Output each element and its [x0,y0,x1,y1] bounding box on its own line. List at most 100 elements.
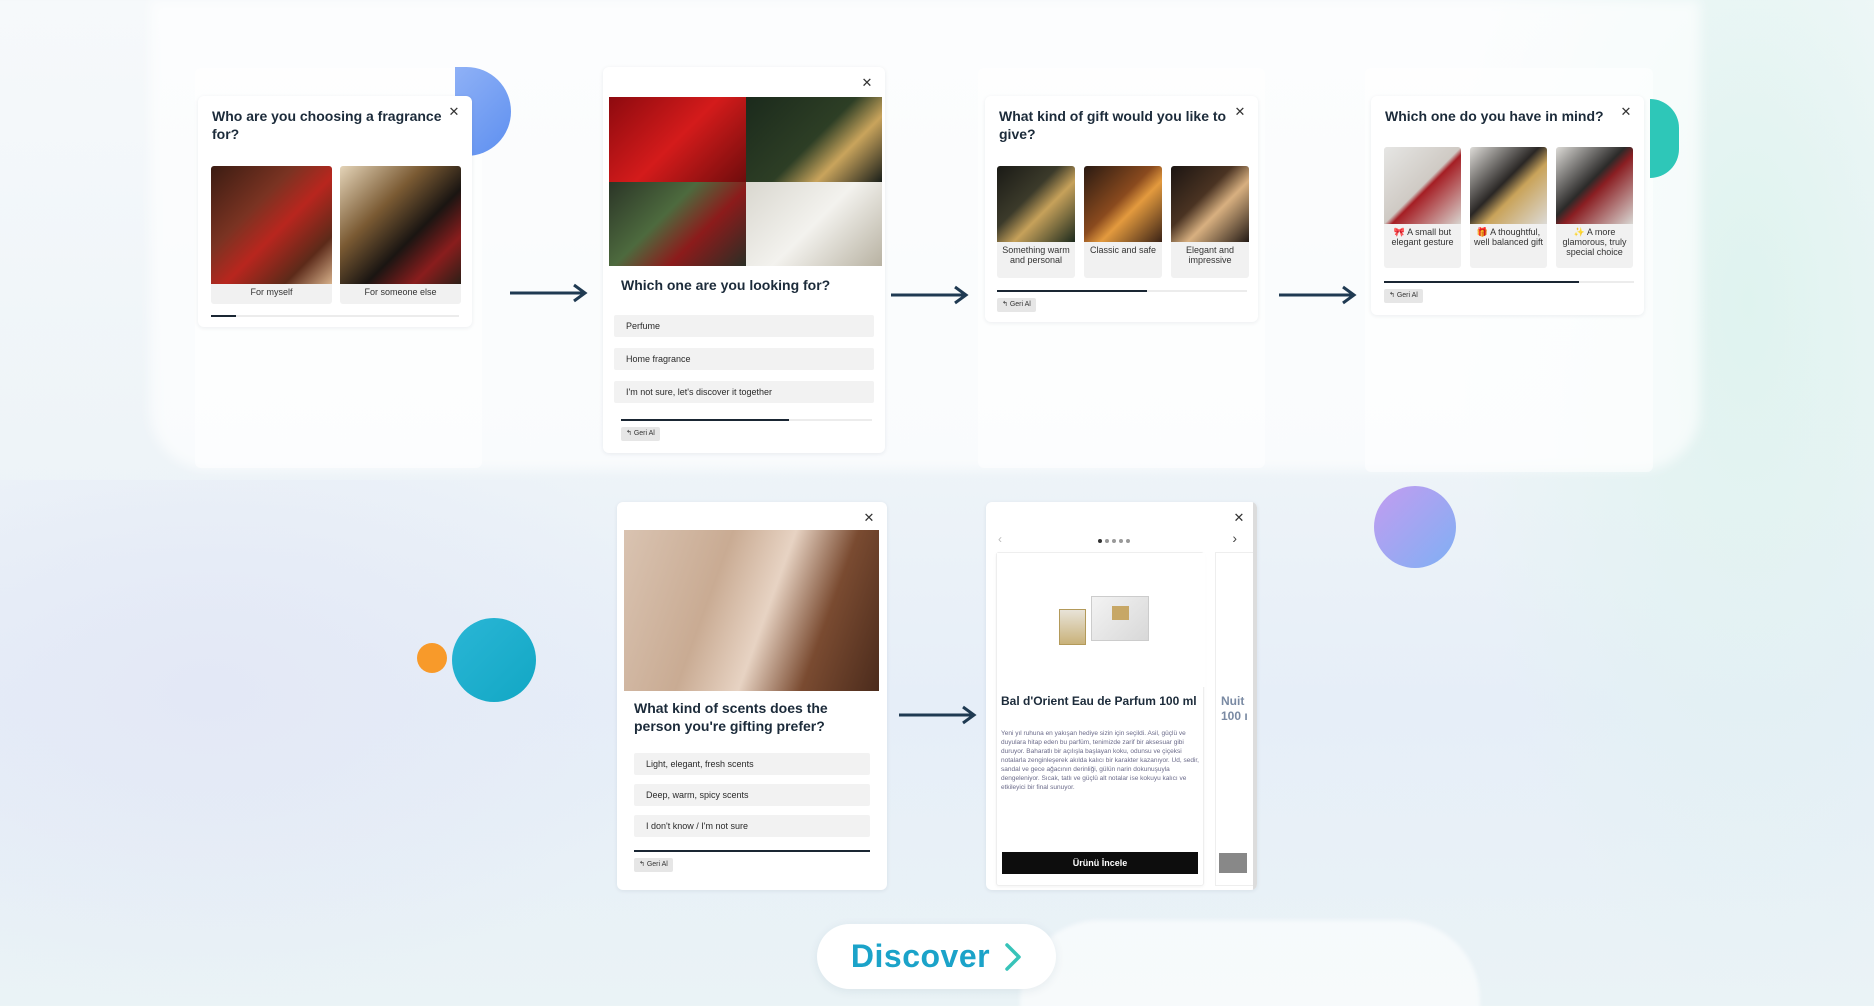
option-image [1084,166,1162,242]
carousel-dot[interactable] [1098,539,1102,543]
question-title: What kind of gift would you like to give… [999,108,1227,142]
option-warm-personal[interactable]: Something warm and personal [997,166,1075,278]
scrollbar[interactable] [1253,502,1257,890]
option-for-someone-else[interactable]: For someone else [340,166,461,304]
option-balanced-gift[interactable]: 🎁 A thoughtful, well balanced gift [1470,147,1547,268]
carousel-dot[interactable] [1105,539,1109,543]
back-button[interactable]: ↰ Geri Al [634,858,673,872]
question-title: Which one are you looking for? [621,277,831,293]
option-image [340,166,461,284]
option-image [997,166,1075,242]
hero-image-spray [624,530,879,691]
option-glamorous-choice[interactable]: ✨ A more glamorous, truly special choice [1556,147,1633,268]
progress-bar [211,315,459,317]
carousel-dots [1098,539,1130,543]
product-box-label [1112,606,1129,620]
product-description: Yeni yıl ruhuna en yakışan hediye sizin … [1001,730,1199,791]
discover-button[interactable]: Discover [817,924,1056,989]
progress-fill [621,419,790,421]
option-label: ✨ A more glamorous, truly special choice [1562,227,1627,257]
product-slide-peek: Nuit 100 ı [1215,552,1255,886]
collage-image [745,97,882,182]
product-image [997,553,1205,687]
progress-fill [1384,281,1579,283]
close-icon[interactable]: ✕ [1231,510,1247,526]
flow-arrow-icon [510,283,588,303]
option-small-gesture[interactable]: 🎀 A small but elegant gesture [1384,147,1461,268]
collage-image [609,97,746,182]
option-label: For myself [250,287,293,297]
back-button[interactable]: ↰ Geri Al [621,427,660,441]
option-image [1171,166,1249,242]
option-elegant-impressive[interactable]: Elegant and impressive [1171,166,1249,278]
peek-product-title: Nuit 100 ı [1221,694,1248,723]
background-shape-bottom [1020,920,1480,1006]
option-perfume[interactable]: Perfume [614,315,874,337]
option-image [1470,147,1547,224]
option-dont-know[interactable]: I don't know / I'm not sure [634,815,870,837]
option-classic-safe[interactable]: Classic and safe [1084,166,1162,278]
carousel-dot[interactable] [1126,539,1130,543]
product-bottle-shape [1059,609,1086,645]
question-title: Who are you choosing a fragrance for? [212,108,442,142]
flow-arrow-icon [891,285,969,305]
flow-arrow-icon [899,705,977,725]
option-image [1556,147,1633,224]
quiz-card-recipient: ✕ Who are you choosing a fragrance for? … [198,96,472,327]
back-label: Geri Al [1009,301,1031,308]
background-glow-left [0,480,700,1006]
option-image [1384,147,1461,224]
discover-label: Discover [850,938,991,974]
question-title: Which one do you have in mind? [1385,108,1604,124]
decor-cyan-circle [452,618,536,702]
option-label: Something warm and personal [1002,245,1070,265]
back-label: Geri Al [1396,292,1418,299]
carousel-prev-icon[interactable]: ‹ [998,532,1002,546]
carousel-dot[interactable] [1112,539,1116,543]
progress-bar [634,850,870,852]
decor-orange-circle [417,643,447,673]
result-card-product: ✕ ‹ › Bal d'Orient Eau de Parfum 100 ml … [986,502,1257,890]
view-product-button[interactable]: Ürünü İncele [1002,852,1198,874]
product-box-shape [1091,596,1149,641]
close-icon[interactable]: ✕ [859,75,875,91]
quiz-card-scent-preference: ✕ What kind of scents does the person yo… [617,502,887,890]
option-label: Elegant and impressive [1185,245,1235,265]
peek-button [1219,853,1247,873]
option-for-myself[interactable]: For myself [211,166,332,304]
option-label: 🎁 A thoughtful, well balanced gift [1473,227,1544,247]
option-not-sure[interactable]: I'm not sure, let's discover it together [614,381,874,403]
option-label: For someone else [364,287,437,297]
quiz-card-budget: ✕ Which one do you have in mind? 🎀 A sma… [1371,96,1644,315]
chevron-right-icon [1005,942,1021,971]
collage-image [745,181,882,266]
option-deep-warm[interactable]: Deep, warm, spicy scents [634,784,870,806]
back-button[interactable]: ↰ Geri Al [997,298,1036,312]
option-image [211,166,332,284]
progress-fill [211,315,236,317]
back-label: Geri Al [646,861,668,868]
flow-arrow-icon [1279,285,1357,305]
back-button[interactable]: ↰ Geri Al [1384,289,1423,303]
progress-bar [621,419,872,421]
option-label: 🎀 A small but elegant gesture [1391,227,1454,247]
progress-fill [634,850,870,852]
progress-fill [997,290,1147,292]
option-light-fresh[interactable]: Light, elegant, fresh scents [634,753,870,775]
collage-image [609,181,746,266]
close-icon[interactable]: ✕ [861,510,877,526]
quiz-card-category: ✕ Which one are you looking for? Perfume… [603,67,885,453]
carousel-dot[interactable] [1119,539,1123,543]
question-title: What kind of scents does the person you'… [634,700,828,734]
hero-image-collage [609,97,882,266]
back-label: Geri Al [633,430,655,437]
progress-bar [1384,281,1634,283]
quiz-card-gift-type: ✕ What kind of gift would you like to gi… [985,96,1258,322]
product-slide: Bal d'Orient Eau de Parfum 100 ml Yeni y… [996,552,1205,886]
product-title: Bal d'Orient Eau de Parfum 100 ml [1001,694,1197,708]
progress-bar [997,290,1247,292]
option-label: Classic and safe [1089,245,1157,255]
carousel-next-icon[interactable]: › [1232,530,1237,546]
decor-purple-circle [1374,486,1456,568]
option-home-fragrance[interactable]: Home fragrance [614,348,874,370]
